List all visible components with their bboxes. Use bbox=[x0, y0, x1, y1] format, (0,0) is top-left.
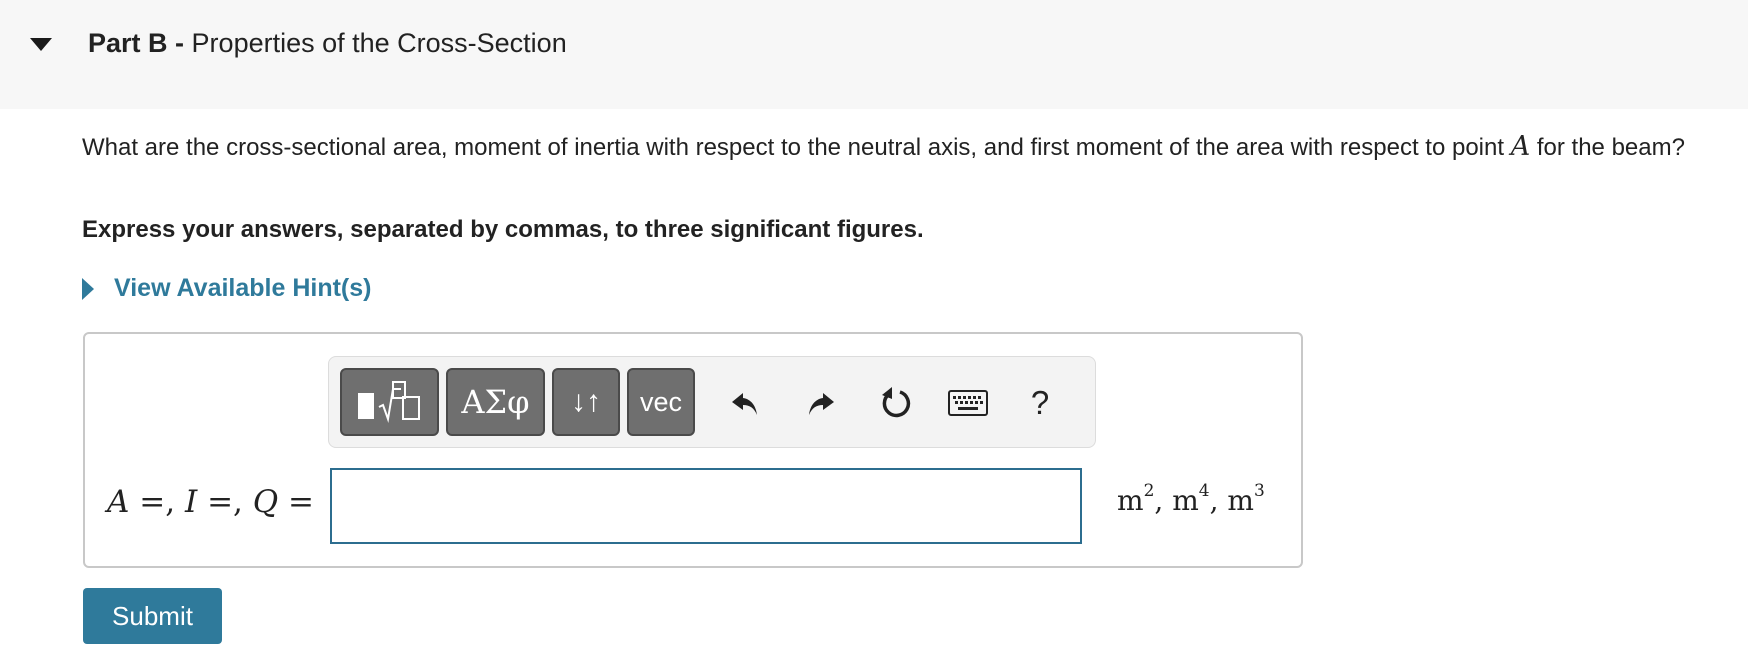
var-a: A bbox=[107, 484, 130, 520]
unit-3: m bbox=[1227, 484, 1254, 517]
part-title: Part B - Properties of the Cross-Section bbox=[88, 28, 567, 59]
var-i: I bbox=[184, 484, 198, 520]
equals-1: = bbox=[139, 484, 166, 520]
part-label: Part B - bbox=[88, 28, 185, 58]
equals-3: = bbox=[288, 484, 315, 520]
submit-label: Submit bbox=[112, 600, 193, 631]
submit-button[interactable]: Submit bbox=[83, 588, 222, 644]
unit-3-exp: 3 bbox=[1253, 480, 1265, 501]
sep-2: , bbox=[233, 484, 243, 520]
question-text-after: for the beam? bbox=[1530, 134, 1685, 161]
unit-sep-2: , bbox=[1209, 484, 1228, 517]
answer-units: m2, m4, m3 bbox=[1117, 480, 1265, 517]
reset-icon[interactable] bbox=[875, 383, 915, 423]
templates-button[interactable] bbox=[340, 368, 439, 436]
part-header[interactable]: Part B - Properties of the Cross-Section bbox=[0, 0, 1748, 109]
instructions: Express your answers, separated by comma… bbox=[82, 216, 924, 243]
help-button[interactable]: ? bbox=[1020, 383, 1060, 423]
answer-variables-label: A =, I =, Q = bbox=[107, 484, 314, 520]
greek-symbols-label: ΑΣφ bbox=[461, 383, 530, 421]
point-variable: A bbox=[1510, 131, 1531, 162]
part-title-text: Properties of the Cross-Section bbox=[191, 28, 567, 58]
subscript-superscript-button[interactable]: ↓↑ bbox=[552, 368, 620, 436]
question-text: What are the cross-sectional area, momen… bbox=[82, 130, 1742, 164]
unit-1-exp: 2 bbox=[1143, 480, 1155, 501]
var-q: Q bbox=[252, 484, 279, 520]
vec-label: vec bbox=[639, 386, 683, 417]
redo-icon[interactable] bbox=[801, 383, 841, 423]
unit-1: m bbox=[1117, 484, 1144, 517]
help-label: ? bbox=[1030, 384, 1050, 421]
question-text-before: What are the cross-sectional area, momen… bbox=[82, 134, 1511, 161]
unit-2: m bbox=[1172, 484, 1199, 517]
answer-input[interactable] bbox=[330, 468, 1082, 544]
vector-button[interactable]: vec bbox=[627, 368, 695, 436]
view-hints-toggle[interactable]: View Available Hint(s) bbox=[82, 274, 371, 303]
view-hints-label: View Available Hint(s) bbox=[114, 274, 372, 302]
collapse-caret-icon[interactable] bbox=[30, 38, 52, 51]
keyboard-icon[interactable] bbox=[948, 383, 988, 423]
arrows-label: ↓↑ bbox=[571, 385, 601, 418]
unit-sep-1: , bbox=[1154, 484, 1173, 517]
sep-1: , bbox=[165, 484, 176, 520]
equals-2: = bbox=[207, 484, 234, 520]
template-radical-icon bbox=[357, 381, 420, 423]
answer-box: ΑΣφ ↓↑ vec ? A =, I =, Q = m2, m4, m3 bbox=[83, 332, 1303, 568]
unit-2-exp: 4 bbox=[1198, 480, 1210, 501]
expand-caret-icon bbox=[82, 277, 94, 300]
math-toolbar: ΑΣφ ↓↑ vec ? bbox=[328, 356, 1096, 448]
greek-symbols-button[interactable]: ΑΣφ bbox=[446, 368, 545, 436]
undo-icon[interactable] bbox=[725, 383, 765, 423]
